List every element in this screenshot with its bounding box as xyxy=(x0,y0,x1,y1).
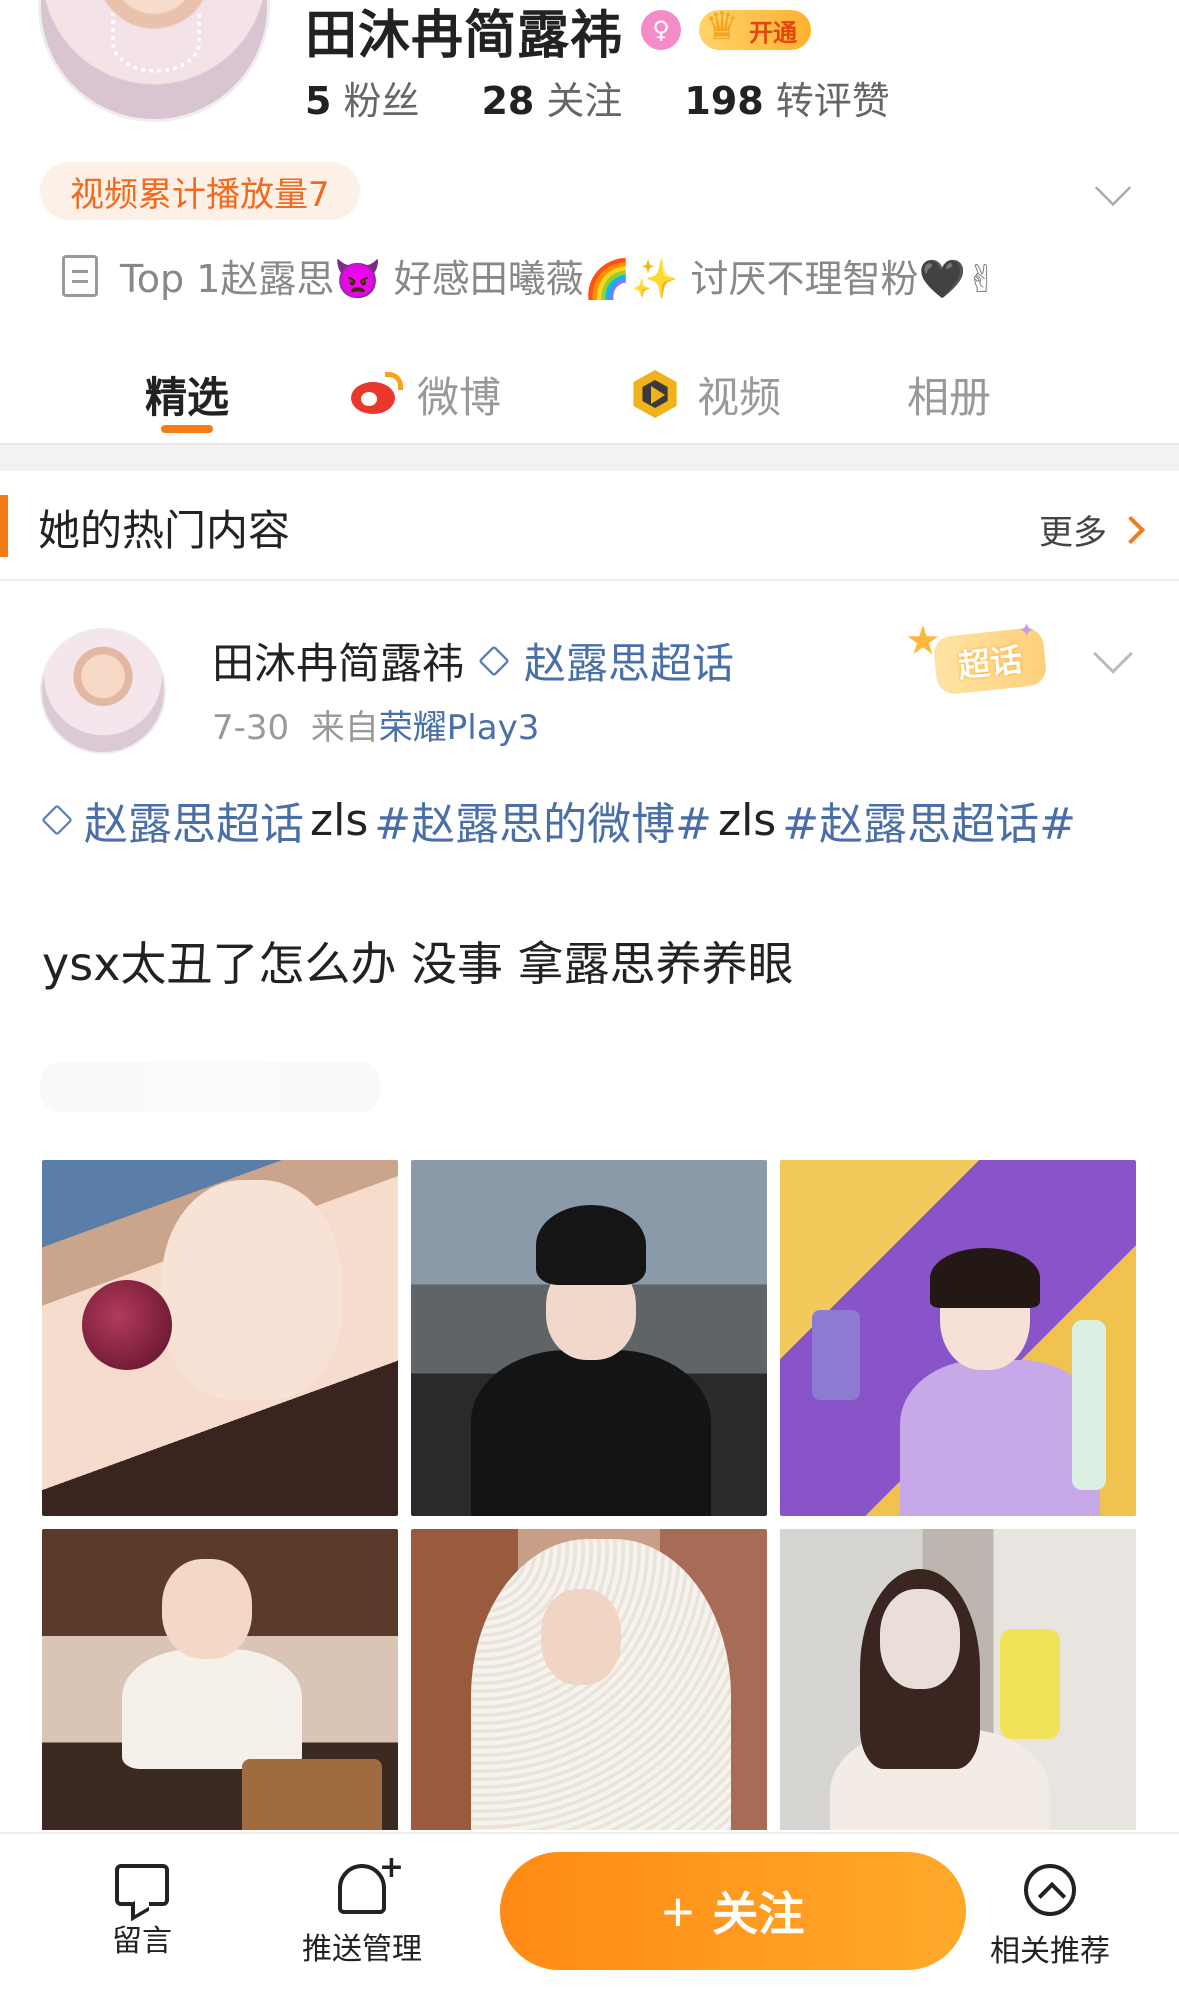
chevron-down-icon[interactable] xyxy=(1094,169,1132,207)
photo-grid xyxy=(42,1160,1138,1830)
vip-label: 开通 xyxy=(749,18,798,47)
video-icon xyxy=(627,366,683,422)
stat-label: 转评赞 xyxy=(775,79,890,123)
tab-featured[interactable]: 精选 xyxy=(145,345,229,443)
post-author[interactable]: 田沐冉简露祎 xyxy=(212,630,464,691)
tag-text: zls xyxy=(310,794,369,846)
stat-value: 5 xyxy=(305,79,332,123)
sparkle-icon: ✦ xyxy=(1018,618,1035,642)
tag-link[interactable]: #赵露思超话# xyxy=(782,788,1076,852)
section-divider xyxy=(0,443,1179,471)
stat-label: 关注 xyxy=(546,79,623,123)
profile-name-row: 田沐冉简露祎 ♀ ♛ 开通 xyxy=(305,0,812,66)
bell-plus-icon xyxy=(338,1850,404,1914)
tab-label: 精选 xyxy=(145,372,230,422)
tab-label: 相册 xyxy=(907,372,992,422)
profile-avatar[interactable] xyxy=(38,0,270,122)
crown-icon: ♛ xyxy=(705,4,740,48)
message-button[interactable]: 留言 xyxy=(112,1864,172,1960)
tag-link[interactable]: #赵露思的微博# xyxy=(374,788,712,852)
tab-video[interactable]: 视频 xyxy=(627,345,781,443)
profile-tabs: 精选 微博 视频 相册 xyxy=(0,345,1179,443)
stat-value: 28 xyxy=(481,79,535,123)
message-label: 留言 xyxy=(112,1924,172,1959)
message-icon xyxy=(115,1864,169,1906)
chevron-right-icon xyxy=(1116,515,1146,544)
post-source-prefix: 来自 xyxy=(310,708,379,748)
plus-icon: + xyxy=(661,1879,695,1943)
push-settings-button[interactable]: 推送管理 xyxy=(302,1850,422,1968)
more-link[interactable]: 更多 xyxy=(1039,505,1146,554)
profile-stats: 5 粉丝 28 关注 198 转评赞 xyxy=(305,70,890,125)
tab-weibo[interactable]: 微博 xyxy=(347,345,501,443)
related-recommend-button[interactable]: 相关推荐 xyxy=(990,1864,1110,1970)
post-tags: 赵露思超话 zls #赵露思的微博# zls #赵露思超话# xyxy=(41,788,1076,852)
post-device[interactable]: 荣耀Play3 xyxy=(379,708,540,748)
super-topic-icon xyxy=(478,644,510,677)
profile-name: 田沐冉简露祎 xyxy=(305,5,624,66)
super-topic-icon xyxy=(41,804,73,836)
stat-following[interactable]: 28 关注 xyxy=(481,70,622,125)
photo-5[interactable] xyxy=(411,1529,767,1830)
chevron-up-circle-icon xyxy=(1024,1864,1076,1916)
blurred-text xyxy=(40,1062,380,1112)
post-text: ysx太丑了怎么办 没事 拿露思养养眼 xyxy=(42,937,794,991)
follow-label: 关注 xyxy=(712,1888,805,1940)
post-author-row: 田沐冉简露祎 赵露思超话 xyxy=(212,630,734,691)
photo-2[interactable] xyxy=(411,1160,767,1516)
play-count-chip[interactable]: 视频累计播放量7 xyxy=(40,162,360,220)
post-meta: 7-30 来自荣耀Play3 xyxy=(212,700,539,749)
stat-followers[interactable]: 5 粉丝 xyxy=(305,70,419,125)
super-topic-badge[interactable]: ★ 超话 ✦ xyxy=(905,618,1075,700)
tab-album[interactable]: 相册 xyxy=(907,345,991,443)
bio-text: Top 1赵露思👿 好感田曦薇🌈✨ 讨厌不理智粉🖤✌ xyxy=(120,257,998,301)
photo-4[interactable] xyxy=(42,1529,398,1830)
related-label: 相关推荐 xyxy=(990,1934,1110,1969)
profile-header: 田沐冉简露祎 ♀ ♛ 开通 5 粉丝 28 关注 198 转评赞 视频累计播放量7 T… xyxy=(0,0,1179,445)
profile-bio: Top 1赵露思👿 好感田曦薇🌈✨ 讨厌不理智粉🖤✌ xyxy=(62,248,998,303)
section-accent-bar xyxy=(0,495,8,557)
photo-6[interactable] xyxy=(780,1529,1136,1830)
photo-3[interactable] xyxy=(780,1160,1136,1516)
female-icon: ♀ xyxy=(641,10,682,50)
vip-badge[interactable]: ♛ 开通 xyxy=(699,4,812,50)
tab-label: 视频 xyxy=(697,372,782,422)
bottom-action-bar: 留言 推送管理 + 关注 相关推荐 xyxy=(0,1832,1179,2015)
weibo-icon xyxy=(347,372,404,416)
photo-1[interactable] xyxy=(42,1160,398,1516)
post-avatar[interactable] xyxy=(40,628,166,754)
stat-value: 198 xyxy=(684,79,764,123)
tab-label: 微博 xyxy=(417,372,502,422)
post-date: 7-30 xyxy=(212,708,290,748)
follow-button[interactable]: + 关注 xyxy=(500,1852,966,1970)
document-icon xyxy=(62,254,98,297)
stat-engagement[interactable]: 198 转评赞 xyxy=(684,70,889,125)
post-menu-chevron-icon[interactable] xyxy=(1093,634,1133,674)
section-title: 她的热门内容 xyxy=(38,506,291,555)
stat-label: 粉丝 xyxy=(343,79,420,123)
tag-link[interactable]: 赵露思超话 xyxy=(84,788,304,852)
hot-content-header: 她的热门内容 更多 xyxy=(0,471,1179,581)
tag-text: zls xyxy=(717,794,777,846)
post-topic-link[interactable]: 赵露思超话 xyxy=(524,630,734,691)
more-label: 更多 xyxy=(1039,513,1107,553)
push-label: 推送管理 xyxy=(302,1932,422,1967)
